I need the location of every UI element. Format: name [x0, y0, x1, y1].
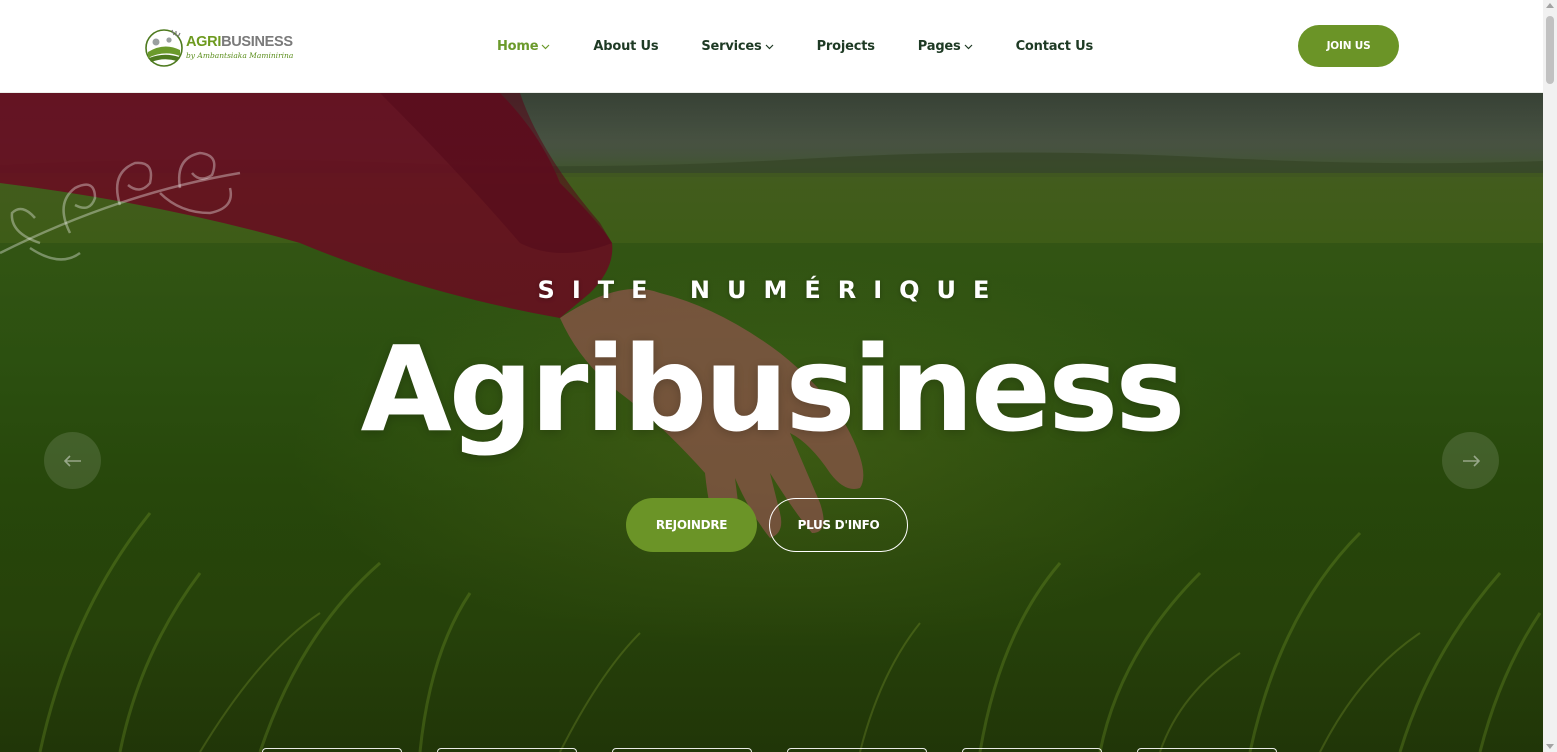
feature-card-edge	[962, 748, 1102, 752]
nav-item-pages[interactable]: Pages	[918, 39, 973, 54]
arrow-left-icon	[63, 454, 81, 467]
feature-card-edge	[437, 748, 577, 752]
main-nav: Home About Us Services Projects Pages Co…	[497, 37, 1093, 55]
nav-item-services[interactable]: Services	[701, 39, 773, 54]
hero-title: Agribusiness	[360, 320, 1185, 458]
site-logo[interactable]: AGRIBUSINESS by Ambantsiaka Maminirina	[144, 24, 293, 70]
hero-eyebrow: SITE NUMÉRIQUE	[537, 276, 1007, 304]
join-hero-button[interactable]: REJOINDRE	[626, 498, 757, 552]
logo-title: AGRIBUSINESS	[186, 33, 293, 50]
site-header: AGRIBUSINESS by Ambantsiaka Maminirina H…	[0, 0, 1543, 93]
nav-item-contact[interactable]: Contact Us	[1015, 38, 1094, 54]
feature-card-edge	[1137, 748, 1277, 752]
slider-next-button[interactable]	[1442, 432, 1499, 489]
feature-card-edge	[262, 748, 402, 752]
scroll-down-icon[interactable]	[1546, 744, 1554, 749]
chevron-down-icon	[765, 44, 773, 49]
chevron-down-icon	[964, 44, 973, 49]
scrollbar-thumb[interactable]	[1546, 16, 1554, 84]
join-us-button[interactable]: JOIN US	[1298, 25, 1399, 67]
nav-item-label: Services	[701, 38, 762, 54]
nav-item-label: Home	[497, 38, 539, 54]
scroll-up-icon[interactable]	[1546, 3, 1554, 8]
feature-cards-peek	[262, 748, 1312, 752]
logo-title-business: BUSINESS	[221, 33, 293, 50]
logo-emblem-icon	[145, 29, 183, 67]
nav-item-label: Pages	[917, 38, 961, 54]
hero-slider: SITE NUMÉRIQUE Agribusiness REJOINDRE PL…	[0, 93, 1543, 752]
nav-item-label: About Us	[593, 38, 659, 54]
arrow-right-icon	[1462, 454, 1480, 467]
nav-item-projects[interactable]: Projects	[817, 39, 875, 54]
floral-decoration-icon	[0, 151, 241, 261]
nav-item-label: Projects	[816, 38, 875, 54]
more-info-button[interactable]: PLUS D'INFO	[769, 498, 908, 552]
chevron-down-icon	[541, 44, 550, 49]
logo-text: AGRIBUSINESS by Ambantsiaka Maminirina	[186, 33, 294, 60]
nav-item-about[interactable]: About Us	[593, 39, 658, 54]
logo-title-agri: AGRI	[186, 33, 222, 50]
slider-prev-button[interactable]	[44, 432, 101, 489]
logo-subtitle: by Ambantsiaka Maminirina	[186, 51, 294, 60]
feature-card-edge	[612, 748, 752, 752]
nav-item-home[interactable]: Home	[497, 39, 550, 54]
nav-item-label: Contact Us	[1015, 38, 1094, 54]
feature-card-edge	[787, 748, 927, 752]
page-scrollbar[interactable]	[1543, 0, 1557, 752]
